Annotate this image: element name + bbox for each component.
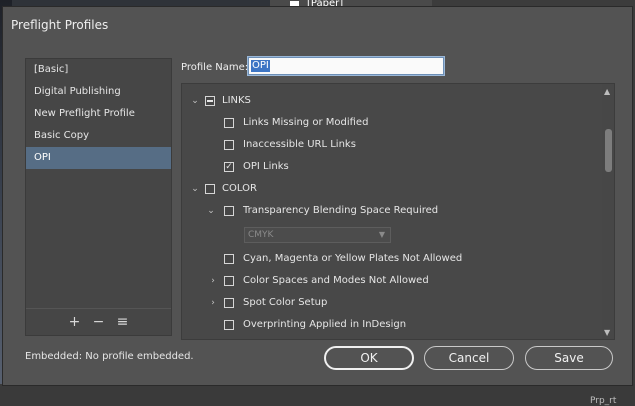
scrollbar-thumb[interactable] bbox=[605, 129, 612, 172]
blending-space-select[interactable]: CMYK ▼ bbox=[244, 227, 391, 243]
chevron-down-icon[interactable]: ⌄ bbox=[190, 179, 200, 199]
blending-space-value: CMYK bbox=[248, 230, 274, 240]
overprinting-label: Overprinting Applied in InDesign bbox=[243, 319, 407, 330]
background-bottom-text: Prp_rt bbox=[590, 396, 617, 406]
links-missing-label: Links Missing or Modified bbox=[243, 117, 369, 128]
profile-name-label: Profile Name: bbox=[181, 62, 249, 73]
profile-item-basic-copy[interactable]: Basic Copy bbox=[26, 125, 171, 147]
add-profile-icon[interactable]: + bbox=[68, 314, 82, 330]
spot-color-checkbox[interactable] bbox=[224, 298, 234, 308]
tree-row-links[interactable]: ⌄ LINKS bbox=[182, 91, 602, 111]
scroll-down-icon[interactable]: ▼ bbox=[604, 328, 610, 337]
overprinting-checkbox[interactable] bbox=[224, 320, 234, 330]
remove-profile-icon[interactable]: − bbox=[92, 314, 106, 330]
background-bottom-bar bbox=[0, 384, 635, 406]
dialog-title: Preflight Profiles bbox=[11, 18, 109, 32]
profile-item-basic[interactable]: [Basic] bbox=[26, 59, 171, 81]
chevron-down-icon[interactable]: ⌄ bbox=[190, 91, 200, 111]
color-checkbox[interactable] bbox=[205, 184, 215, 194]
profile-item-digital-publishing[interactable]: Digital Publishing bbox=[26, 81, 171, 103]
tree-row-transparency-blending[interactable]: ⌄ Transparency Blending Space Required bbox=[182, 201, 602, 221]
links-checkbox[interactable] bbox=[205, 96, 215, 106]
profile-name-input[interactable]: OPI bbox=[248, 57, 444, 75]
scroll-up-icon[interactable]: ▲ bbox=[604, 87, 610, 96]
chevron-right-icon[interactable]: › bbox=[208, 271, 218, 291]
tree-row-links-missing[interactable]: Links Missing or Modified bbox=[182, 113, 602, 133]
chevron-right-icon[interactable]: › bbox=[208, 293, 218, 313]
chevron-down-icon[interactable]: ⌄ bbox=[206, 201, 216, 221]
tree-row-inaccessible-url[interactable]: Inaccessible URL Links bbox=[182, 135, 602, 155]
tree-row-color[interactable]: ⌄ COLOR bbox=[182, 179, 602, 199]
profile-list-toolbar: + − ≡ bbox=[26, 308, 171, 335]
spot-color-label: Spot Color Setup bbox=[243, 297, 328, 308]
profile-item-new-preflight-profile[interactable]: New Preflight Profile bbox=[26, 103, 171, 125]
profile-list: [Basic] Digital Publishing New Preflight… bbox=[25, 58, 172, 336]
inaccessible-url-label: Inaccessible URL Links bbox=[243, 139, 356, 150]
tree-row-opi-links[interactable]: ✓ OPI Links bbox=[182, 157, 602, 177]
color-label: COLOR bbox=[222, 183, 257, 194]
transparency-blending-checkbox[interactable] bbox=[224, 206, 234, 216]
preflight-rules-tree: ⌄ LINKS Links Missing or Modified Inacce… bbox=[181, 83, 615, 340]
embedded-status: Embedded: No profile embedded. bbox=[25, 351, 194, 362]
cmy-plates-checkbox[interactable] bbox=[224, 254, 234, 264]
profile-name-value: OPI bbox=[251, 60, 270, 72]
preflight-profiles-dialog: Preflight Profiles [Basic] Digital Publi… bbox=[2, 6, 633, 386]
links-missing-checkbox[interactable] bbox=[224, 118, 234, 128]
ok-button[interactable]: OK bbox=[324, 346, 414, 370]
opi-links-checkbox[interactable]: ✓ bbox=[224, 162, 234, 172]
profile-item-opi[interactable]: OPI bbox=[26, 147, 171, 169]
color-spaces-checkbox[interactable] bbox=[224, 276, 234, 286]
cmy-plates-label: Cyan, Magenta or Yellow Plates Not Allow… bbox=[243, 253, 463, 264]
opi-links-label: OPI Links bbox=[243, 161, 289, 172]
cancel-button[interactable]: Cancel bbox=[424, 346, 514, 370]
tree-row-spot-color[interactable]: › Spot Color Setup bbox=[182, 293, 602, 313]
tree-row-color-spaces[interactable]: › Color Spaces and Modes Not Allowed bbox=[182, 271, 602, 291]
dialog-titlebar[interactable]: Preflight Profiles bbox=[3, 7, 632, 43]
color-spaces-label: Color Spaces and Modes Not Allowed bbox=[243, 275, 429, 286]
tree-row-cmy-plates[interactable]: Cyan, Magenta or Yellow Plates Not Allow… bbox=[182, 249, 602, 269]
tree-scrollbar[interactable]: ▲ ▼ bbox=[602, 84, 614, 339]
inaccessible-url-checkbox[interactable] bbox=[224, 140, 234, 150]
profile-menu-icon[interactable]: ≡ bbox=[116, 314, 130, 330]
dropdown-arrow-icon: ▼ bbox=[378, 230, 385, 239]
links-label: LINKS bbox=[222, 95, 251, 106]
transparency-blending-label: Transparency Blending Space Required bbox=[243, 205, 439, 216]
tree-row-overprinting[interactable]: Overprinting Applied in InDesign bbox=[182, 315, 602, 335]
save-button[interactable]: Save bbox=[525, 346, 613, 370]
